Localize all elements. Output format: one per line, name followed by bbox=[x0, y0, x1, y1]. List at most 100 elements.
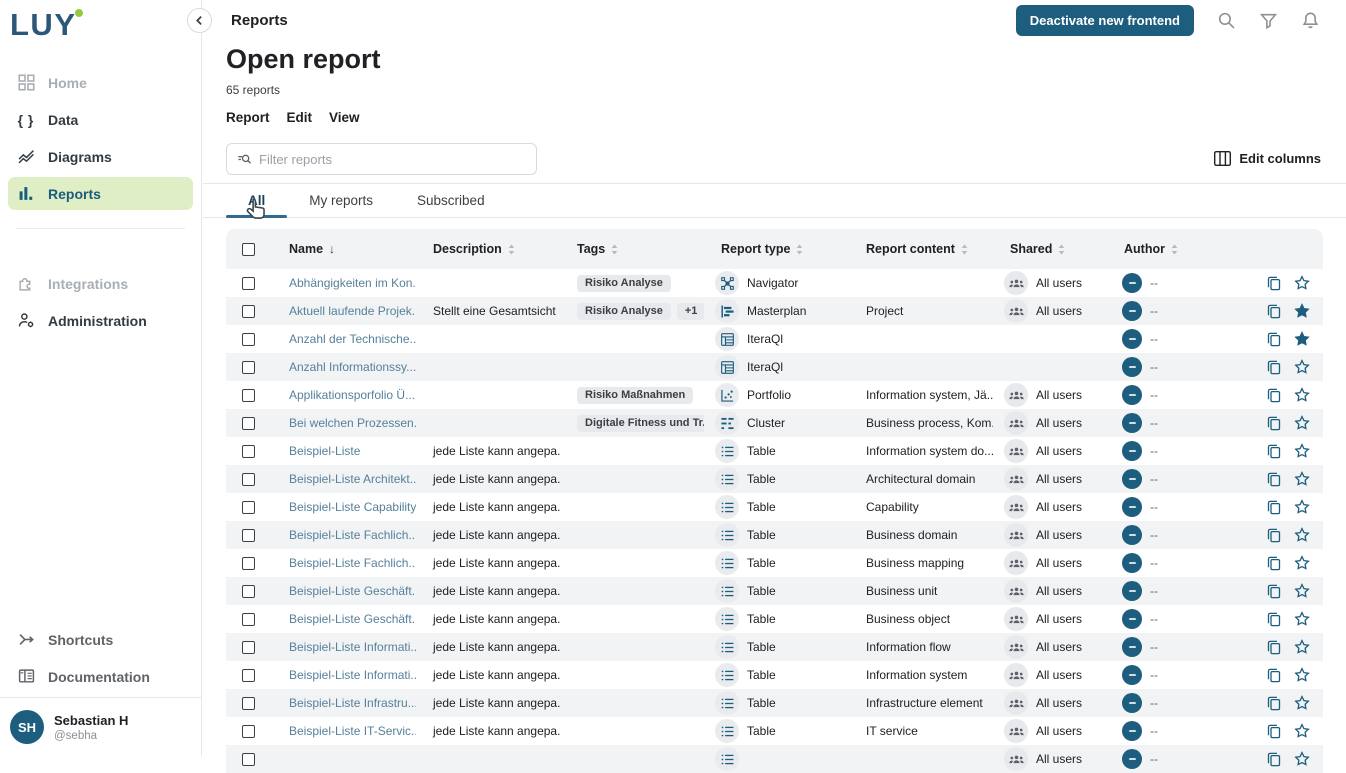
row-checkbox[interactable] bbox=[242, 417, 255, 430]
star-icon[interactable] bbox=[1294, 639, 1310, 655]
copy-icon[interactable] bbox=[1266, 387, 1282, 403]
report-name-link[interactable]: Beispiel-Liste Geschäft... bbox=[271, 612, 416, 626]
bell-icon[interactable] bbox=[1301, 11, 1320, 30]
table-row[interactable]: Beispiel-Liste Fachlich... jede Liste ka… bbox=[226, 549, 1323, 577]
row-checkbox[interactable] bbox=[242, 473, 255, 486]
star-icon[interactable] bbox=[1294, 611, 1310, 627]
copy-icon[interactable] bbox=[1266, 611, 1282, 627]
copy-icon[interactable] bbox=[1266, 331, 1282, 347]
copy-icon[interactable] bbox=[1266, 667, 1282, 683]
copy-icon[interactable] bbox=[1266, 359, 1282, 375]
header-name[interactable]: Name ↓ bbox=[271, 242, 416, 256]
table-row[interactable]: Beispiel-Liste Architekt... jede Liste k… bbox=[226, 465, 1323, 493]
report-name-link[interactable]: Beispiel-Liste Architekt... bbox=[271, 472, 416, 486]
row-checkbox[interactable] bbox=[242, 753, 255, 766]
star-icon[interactable] bbox=[1294, 443, 1310, 459]
copy-icon[interactable] bbox=[1266, 275, 1282, 291]
header-report-type[interactable]: Report type bbox=[704, 242, 849, 256]
copy-icon[interactable] bbox=[1266, 723, 1282, 739]
row-checkbox[interactable] bbox=[242, 557, 255, 570]
filter-reports-input[interactable] bbox=[259, 152, 526, 167]
star-icon[interactable] bbox=[1294, 555, 1310, 571]
table-row[interactable]: Beispiel-Liste IT-Servic... jede Liste k… bbox=[226, 717, 1323, 745]
copy-icon[interactable] bbox=[1266, 499, 1282, 515]
report-name-link[interactable]: Beispiel-Liste Informati... bbox=[271, 668, 416, 682]
table-row[interactable]: Beispiel-Liste Capability jede Liste kan… bbox=[226, 493, 1323, 521]
star-icon[interactable] bbox=[1294, 387, 1310, 403]
copy-icon[interactable] bbox=[1266, 471, 1282, 487]
table-row[interactable]: Anzahl der Technische... IteraQl bbox=[226, 325, 1323, 353]
sidebar-item-documentation[interactable]: Documentation bbox=[8, 660, 193, 693]
sidebar-item-home[interactable]: Home bbox=[8, 66, 193, 99]
report-name-link[interactable]: Bei welchen Prozessen... bbox=[271, 416, 416, 430]
report-name-link[interactable]: Aktuell laufende Projek... bbox=[271, 304, 416, 318]
sidebar-item-reports[interactable]: Reports bbox=[8, 177, 193, 210]
row-checkbox[interactable] bbox=[242, 725, 255, 738]
row-checkbox[interactable] bbox=[242, 501, 255, 514]
copy-icon[interactable] bbox=[1266, 555, 1282, 571]
star-icon[interactable] bbox=[1294, 359, 1310, 375]
table-row[interactable]: All users -- bbox=[226, 745, 1323, 773]
table-row[interactable]: Abhängigkeiten im Kon... Risiko Analyse … bbox=[226, 269, 1323, 297]
sidebar-item-shortcuts[interactable]: Shortcuts bbox=[8, 623, 193, 656]
report-name-link[interactable]: Beispiel-Liste IT-Servic... bbox=[271, 724, 416, 738]
star-icon[interactable] bbox=[1294, 527, 1310, 543]
header-shared[interactable]: Shared bbox=[993, 242, 1107, 256]
star-icon[interactable] bbox=[1294, 471, 1310, 487]
table-row[interactable]: Beispiel-Liste Infrastru... jede Liste k… bbox=[226, 689, 1323, 717]
table-row[interactable]: Beispiel-Liste Geschäft... jede Liste ka… bbox=[226, 605, 1323, 633]
report-name-link[interactable]: Abhängigkeiten im Kon... bbox=[271, 276, 416, 290]
star-icon[interactable] bbox=[1294, 667, 1310, 683]
row-checkbox[interactable] bbox=[242, 277, 255, 290]
menu-edit[interactable]: Edit bbox=[287, 110, 313, 125]
header-description[interactable]: Description bbox=[416, 242, 560, 256]
copy-icon[interactable] bbox=[1266, 415, 1282, 431]
row-checkbox[interactable] bbox=[242, 333, 255, 346]
table-row[interactable]: Aktuell laufende Projek... Stellt eine G… bbox=[226, 297, 1323, 325]
filter-box[interactable] bbox=[226, 143, 537, 175]
table-row[interactable]: Beispiel-Liste Informati... jede Liste k… bbox=[226, 633, 1323, 661]
star-icon[interactable] bbox=[1294, 723, 1310, 739]
row-checkbox[interactable] bbox=[242, 613, 255, 626]
deactivate-frontend-button[interactable]: Deactivate new frontend bbox=[1016, 5, 1194, 36]
star-icon[interactable] bbox=[1294, 275, 1310, 291]
row-checkbox[interactable] bbox=[242, 641, 255, 654]
copy-icon[interactable] bbox=[1266, 695, 1282, 711]
report-name-link[interactable]: Beispiel-Liste Fachlich... bbox=[271, 556, 416, 570]
search-icon[interactable] bbox=[1217, 11, 1236, 30]
row-checkbox[interactable] bbox=[242, 669, 255, 682]
row-checkbox[interactable] bbox=[242, 529, 255, 542]
select-all-checkbox[interactable] bbox=[242, 243, 255, 256]
report-name-link[interactable]: Anzahl der Technische... bbox=[271, 332, 416, 346]
row-checkbox[interactable] bbox=[242, 697, 255, 710]
menu-view[interactable]: View bbox=[329, 110, 360, 125]
report-name-link[interactable]: Beispiel-Liste Geschäft... bbox=[271, 584, 416, 598]
menu-report[interactable]: Report bbox=[226, 110, 270, 125]
table-row[interactable]: Applikationsporfolio Ü... Risiko Maßnahm… bbox=[226, 381, 1323, 409]
report-name-link[interactable]: Beispiel-Liste Fachlich... bbox=[271, 528, 416, 542]
star-icon[interactable] bbox=[1294, 751, 1310, 767]
tab-my-reports[interactable]: My reports bbox=[287, 184, 395, 217]
copy-icon[interactable] bbox=[1266, 527, 1282, 543]
user-card[interactable]: SH Sebastian H @sebha bbox=[0, 697, 201, 756]
edit-columns-button[interactable]: Edit columns bbox=[1214, 151, 1321, 175]
tab-all[interactable]: All bbox=[226, 184, 287, 217]
table-row[interactable]: Beispiel-Liste Geschäft... jede Liste ka… bbox=[226, 577, 1323, 605]
sidebar-collapse-button[interactable] bbox=[187, 8, 212, 33]
report-name-link[interactable]: Applikationsporfolio Ü... bbox=[271, 388, 416, 402]
tab-subscribed[interactable]: Subscribed bbox=[395, 184, 507, 217]
row-checkbox[interactable] bbox=[242, 389, 255, 402]
star-icon[interactable] bbox=[1294, 583, 1310, 599]
star-icon[interactable] bbox=[1294, 303, 1310, 319]
report-name-link[interactable]: Beispiel-Liste bbox=[271, 444, 416, 458]
table-row[interactable]: Beispiel-Liste Informati... jede Liste k… bbox=[226, 661, 1323, 689]
copy-icon[interactable] bbox=[1266, 443, 1282, 459]
copy-icon[interactable] bbox=[1266, 639, 1282, 655]
report-name-link[interactable]: Anzahl Informationssy... bbox=[271, 360, 416, 374]
star-icon[interactable] bbox=[1294, 415, 1310, 431]
row-checkbox[interactable] bbox=[242, 361, 255, 374]
copy-icon[interactable] bbox=[1266, 751, 1282, 767]
header-tags[interactable]: Tags bbox=[560, 242, 704, 256]
copy-icon[interactable] bbox=[1266, 303, 1282, 319]
filter-icon[interactable] bbox=[1259, 11, 1278, 30]
